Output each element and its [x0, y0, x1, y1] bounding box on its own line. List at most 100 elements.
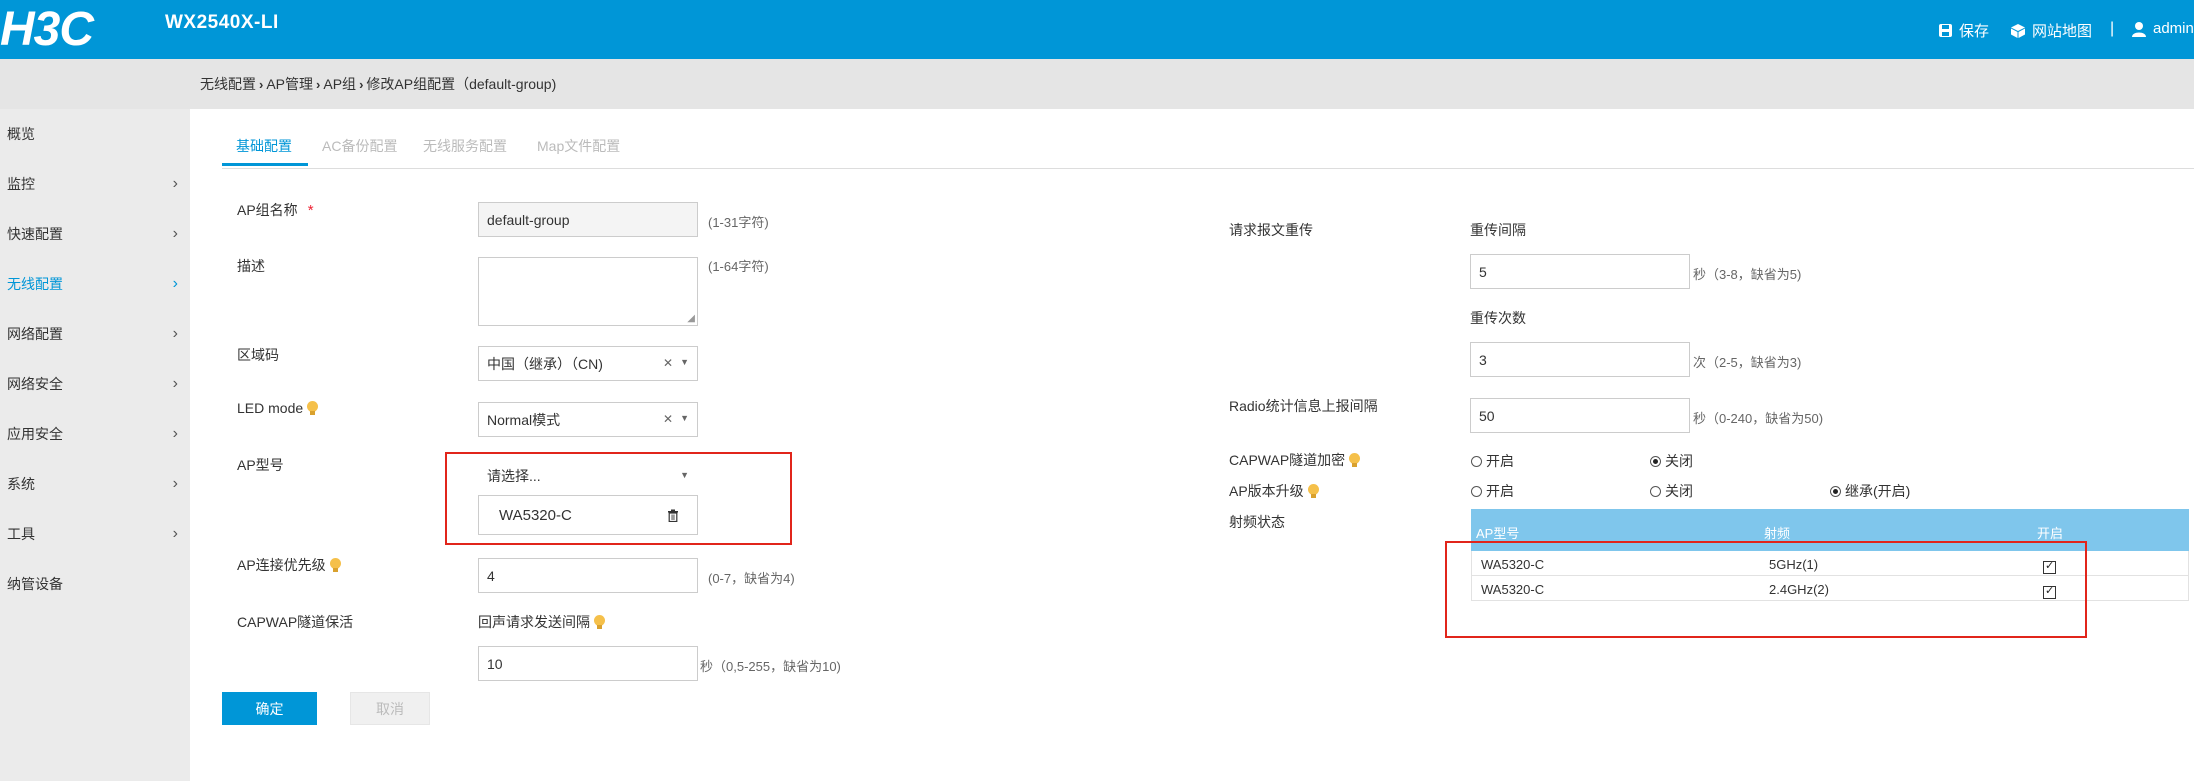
led-mode-label: LED mode: [237, 400, 319, 416]
chevron-right-icon: ›: [172, 425, 178, 442]
sidebar-item-tools[interactable]: 工具 ›: [0, 514, 190, 554]
lightbulb-help-icon[interactable]: [329, 557, 341, 573]
led-mode-select[interactable]: Normal模式 ✕ ▼: [478, 402, 698, 437]
sidebar-item-managed-devices[interactable]: 纳管设备: [0, 564, 190, 604]
clear-icon[interactable]: ✕: [663, 356, 673, 370]
retransmit-count-hint: 次（2-5，缺省为3): [1693, 355, 1802, 370]
chevron-right-icon: ›: [172, 475, 178, 492]
tab-ac-backup[interactable]: AC备份配置: [322, 136, 397, 156]
sidebar-item-system[interactable]: 系统 ›: [0, 464, 190, 504]
clear-icon[interactable]: ✕: [663, 412, 673, 426]
sitemap-button[interactable]: 网站地图: [2010, 20, 2092, 41]
breadcrumb-item[interactable]: AP组: [323, 74, 356, 94]
sidebar-item-network-config[interactable]: 网络配置 ›: [0, 314, 190, 354]
encrypt-off-radio[interactable]: 关闭: [1650, 451, 1693, 471]
upgrade-off-radio[interactable]: 关闭: [1650, 481, 1693, 501]
lightbulb-help-icon[interactable]: [307, 400, 319, 416]
sidebar-item-overview[interactable]: 概览: [0, 114, 190, 154]
chevron-right-icon: ›: [172, 275, 178, 292]
lightbulb-help-icon[interactable]: [1349, 452, 1361, 468]
dropdown-arrow-icon[interactable]: ▼: [680, 357, 689, 367]
chevron-right-icon: ›: [172, 175, 178, 192]
radio-label: 开启: [1486, 453, 1514, 469]
tab-map-file[interactable]: Map文件配置: [537, 136, 620, 156]
radio-stat-hint: 秒（0-240，缺省为50): [1693, 411, 1824, 426]
upgrade-on-radio[interactable]: 开启: [1471, 481, 1514, 501]
sidebar-item-app-security[interactable]: 应用安全 ›: [0, 414, 190, 454]
ap-upgrade-label: AP版本升级: [1229, 481, 1319, 501]
sidebar-item-label: 系统: [7, 476, 35, 492]
retransmit-interval-hint: 秒（3-8，缺省为5): [1693, 267, 1802, 282]
lightbulb-help-icon[interactable]: [1307, 483, 1319, 499]
group-name-hint: (1-31字符): [708, 215, 769, 230]
rf-status-label: 射频状态: [1229, 514, 1285, 530]
region-select[interactable]: 中国（继承）（CN) ✕ ▼: [478, 346, 698, 381]
ap-model-label: AP型号: [237, 457, 284, 473]
description-label: 描述: [237, 258, 265, 274]
confirm-button[interactable]: 确定: [222, 692, 317, 725]
sidebar-item-wireless-config[interactable]: 无线配置 ›: [0, 264, 190, 304]
retransmit-count-label: 重传次数: [1470, 310, 1526, 326]
region-select-value: 中国（继承）（CN): [487, 355, 603, 372]
radio-label: 开启: [1486, 483, 1514, 499]
radio-stat-input[interactable]: 50: [1470, 398, 1690, 433]
radio-circle-selected-icon: [1830, 485, 1841, 497]
echo-interval-hint: 秒（0,5-255，缺省为10): [700, 659, 841, 674]
cube-icon: [2011, 23, 2025, 38]
device-name: WX2540X-LI: [165, 12, 279, 33]
rf-table-header-radio: 射频: [1764, 526, 1791, 541]
breadcrumb-item[interactable]: AP管理: [266, 74, 313, 94]
group-name-input[interactable]: default-group: [478, 202, 698, 237]
echo-interval-label: 回声请求发送间隔: [478, 612, 605, 632]
radio-stat-label: Radio统计信息上报间隔: [1229, 398, 1378, 414]
header-separator: |: [2110, 20, 2115, 37]
user-name: admin: [2153, 20, 2194, 37]
user-icon: [2132, 21, 2146, 37]
sidebar-item-monitor[interactable]: 监控 ›: [0, 164, 190, 204]
breadcrumb-chevron-icon: ›: [359, 76, 364, 92]
save-icon: [1939, 24, 1952, 37]
cancel-button[interactable]: 取消: [350, 692, 430, 725]
user-menu[interactable]: admin: [2131, 20, 2194, 37]
description-textarea[interactable]: ◢: [478, 257, 698, 326]
sitemap-label: 网站地图: [2032, 23, 2093, 40]
h3c-logo: H3C: [0, 3, 96, 53]
retransmit-count-input[interactable]: 3: [1470, 342, 1690, 377]
sidebar: 概览 监控 › 快速配置 › 无线配置 › 网络配置 › 网络安全 › 应用安全…: [0, 109, 190, 781]
radio-label: 关闭: [1665, 453, 1693, 469]
keepalive-label: CAPWAP隧道保活: [237, 614, 354, 630]
sidebar-item-network-security[interactable]: 网络安全 ›: [0, 364, 190, 404]
radio-circle-selected-icon: [1650, 455, 1661, 467]
chevron-right-icon: ›: [172, 325, 178, 342]
echo-interval-input[interactable]: 10: [478, 646, 698, 681]
radio-circle-icon: [1471, 455, 1482, 467]
active-tab-indicator: [222, 163, 308, 166]
encrypt-on-radio[interactable]: 开启: [1471, 451, 1514, 471]
radio-circle-icon: [1471, 485, 1482, 497]
tab-wireless-service[interactable]: 无线服务配置: [423, 136, 507, 156]
lightbulb-help-icon[interactable]: [594, 614, 605, 630]
resize-handle-icon[interactable]: ◢: [687, 314, 695, 324]
highlight-box-rf-table: [1445, 541, 2087, 638]
breadcrumb-chevron-icon: ›: [316, 76, 321, 92]
priority-label: AP连接优先级: [237, 555, 341, 575]
chevron-right-icon: ›: [172, 525, 178, 542]
retransmit-label: 请求报文重传: [1229, 222, 1313, 238]
upgrade-inherit-radio[interactable]: 继承(开启): [1830, 481, 1910, 501]
breadcrumb: 无线配置 › AP管理 › AP组 › 修改AP组配置（default-grou…: [200, 74, 556, 94]
tab-basic-config[interactable]: 基础配置: [236, 136, 292, 156]
tab-divider: [222, 168, 2194, 169]
breadcrumb-item[interactable]: 无线配置: [200, 74, 256, 94]
sidebar-item-label: 网络配置: [7, 326, 63, 342]
sidebar-item-label: 概览: [7, 126, 35, 142]
save-button[interactable]: 保存: [1938, 20, 1989, 41]
retransmit-interval-label: 重传间隔: [1470, 222, 1526, 238]
sidebar-item-label: 应用安全: [7, 426, 63, 442]
sidebar-item-quick-config[interactable]: 快速配置 ›: [0, 214, 190, 254]
radio-label: 继承(开启): [1845, 483, 1911, 499]
breadcrumb-chevron-icon: ›: [259, 76, 264, 92]
dropdown-arrow-icon[interactable]: ▼: [680, 413, 689, 423]
retransmit-interval-input[interactable]: 5: [1470, 254, 1690, 289]
priority-input[interactable]: 4: [478, 558, 698, 593]
sidebar-item-label: 网络安全: [7, 376, 63, 392]
